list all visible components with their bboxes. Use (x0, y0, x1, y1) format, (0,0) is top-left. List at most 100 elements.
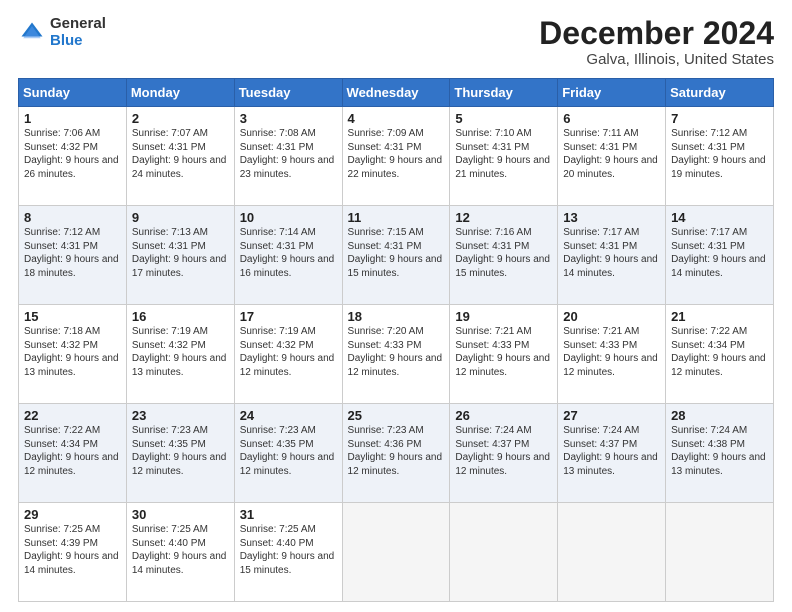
day-info: Sunrise: 7:23 AMSunset: 4:35 PMDaylight:… (240, 425, 335, 477)
day-info: Sunrise: 7:17 AMSunset: 4:31 PMDaylight:… (671, 227, 766, 279)
header: General Blue December 2024 Galva, Illino… (18, 16, 774, 68)
table-row: 24 Sunrise: 7:23 AMSunset: 4:35 PMDayligh… (234, 404, 342, 503)
calendar-week-row: 22 Sunrise: 7:22 AMSunset: 4:34 PMDayligh… (19, 404, 774, 503)
day-info: Sunrise: 7:24 AMSunset: 4:37 PMDaylight:… (455, 425, 550, 477)
table-row: 12 Sunrise: 7:16 AMSunset: 4:31 PMDayligh… (450, 206, 558, 305)
day-number: 15 (24, 309, 121, 324)
day-info: Sunrise: 7:19 AMSunset: 4:32 PMDaylight:… (132, 326, 227, 378)
table-row: 6Sunrise: 7:11 AMSunset: 4:31 PMDaylight… (558, 107, 666, 206)
calendar-week-row: 29 Sunrise: 7:25 AMSunset: 4:39 PMDayligh… (19, 503, 774, 602)
day-number: 3 (240, 111, 337, 126)
col-tuesday: Tuesday (234, 79, 342, 107)
day-number: 11 (348, 210, 445, 225)
day-number: 13 (563, 210, 660, 225)
col-saturday: Saturday (666, 79, 774, 107)
calendar-week-row: 15 Sunrise: 7:18 AMSunset: 4:32 PMDayligh… (19, 305, 774, 404)
table-row: 18 Sunrise: 7:20 AMSunset: 4:33 PMDayligh… (342, 305, 450, 404)
table-row: 23 Sunrise: 7:23 AMSunset: 4:35 PMDayligh… (126, 404, 234, 503)
day-info: Sunrise: 7:25 AMSunset: 4:40 PMDaylight:… (240, 524, 335, 576)
table-row: 2Sunrise: 7:07 AMSunset: 4:31 PMDaylight… (126, 107, 234, 206)
day-number: 8 (24, 210, 121, 225)
day-info: Sunrise: 7:11 AMSunset: 4:31 PMDaylight:… (563, 128, 658, 180)
table-row: 3Sunrise: 7:08 AMSunset: 4:31 PMDaylight… (234, 107, 342, 206)
day-info: Sunrise: 7:14 AMSunset: 4:31 PMDaylight:… (240, 227, 335, 279)
day-info: Sunrise: 7:25 AMSunset: 4:40 PMDaylight:… (132, 524, 227, 576)
logo: General Blue (18, 16, 106, 49)
table-row: 14 Sunrise: 7:17 AMSunset: 4:31 PMDayligh… (666, 206, 774, 305)
day-number: 23 (132, 408, 229, 423)
table-row: 25 Sunrise: 7:23 AMSunset: 4:36 PMDayligh… (342, 404, 450, 503)
calendar-week-row: 8Sunrise: 7:12 AMSunset: 4:31 PMDaylight… (19, 206, 774, 305)
calendar-header-row: Sunday Monday Tuesday Wednesday Thursday… (19, 79, 774, 107)
calendar-week-row: 1Sunrise: 7:06 AMSunset: 4:32 PMDaylight… (19, 107, 774, 206)
day-info: Sunrise: 7:10 AMSunset: 4:31 PMDaylight:… (455, 128, 550, 180)
table-row: 1Sunrise: 7:06 AMSunset: 4:32 PMDaylight… (19, 107, 127, 206)
page: General Blue December 2024 Galva, Illino… (0, 0, 792, 612)
table-row: 8Sunrise: 7:12 AMSunset: 4:31 PMDaylight… (19, 206, 127, 305)
table-row: 28 Sunrise: 7:24 AMSunset: 4:38 PMDayligh… (666, 404, 774, 503)
table-row: 16 Sunrise: 7:19 AMSunset: 4:32 PMDayligh… (126, 305, 234, 404)
day-info: Sunrise: 7:20 AMSunset: 4:33 PMDaylight:… (348, 326, 443, 378)
day-number: 28 (671, 408, 768, 423)
table-row: 29 Sunrise: 7:25 AMSunset: 4:39 PMDayligh… (19, 503, 127, 602)
day-info: Sunrise: 7:25 AMSunset: 4:39 PMDaylight:… (24, 524, 119, 576)
col-thursday: Thursday (450, 79, 558, 107)
logo-general-text: General (50, 16, 106, 33)
day-info: Sunrise: 7:22 AMSunset: 4:34 PMDaylight:… (24, 425, 119, 477)
month-title: December 2024 (539, 16, 774, 51)
day-number: 7 (671, 111, 768, 126)
day-number: 4 (348, 111, 445, 126)
table-row (342, 503, 450, 602)
table-row: 5Sunrise: 7:10 AMSunset: 4:31 PMDaylight… (450, 107, 558, 206)
table-row: 30 Sunrise: 7:25 AMSunset: 4:40 PMDayligh… (126, 503, 234, 602)
col-friday: Friday (558, 79, 666, 107)
day-number: 17 (240, 309, 337, 324)
calendar-table: Sunday Monday Tuesday Wednesday Thursday… (18, 78, 774, 602)
table-row: 4 Sunrise: 7:09 AMSunset: 4:31 PMDaylight… (342, 107, 450, 206)
day-info: Sunrise: 7:23 AMSunset: 4:35 PMDaylight:… (132, 425, 227, 477)
title-block: December 2024 Galva, Illinois, United St… (539, 16, 774, 68)
day-info: Sunrise: 7:12 AMSunset: 4:31 PMDaylight:… (671, 128, 766, 180)
day-number: 12 (455, 210, 552, 225)
col-sunday: Sunday (19, 79, 127, 107)
col-monday: Monday (126, 79, 234, 107)
day-number: 27 (563, 408, 660, 423)
day-info: Sunrise: 7:15 AMSunset: 4:31 PMDaylight:… (348, 227, 443, 279)
day-info: Sunrise: 7:17 AMSunset: 4:31 PMDaylight:… (563, 227, 658, 279)
table-row: 26 Sunrise: 7:24 AMSunset: 4:37 PMDayligh… (450, 404, 558, 503)
day-number: 9 (132, 210, 229, 225)
day-number: 22 (24, 408, 121, 423)
day-number: 25 (348, 408, 445, 423)
day-number: 18 (348, 309, 445, 324)
day-info: Sunrise: 7:09 AMSunset: 4:31 PMDaylight:… (348, 128, 443, 180)
day-number: 14 (671, 210, 768, 225)
day-info: Sunrise: 7:16 AMSunset: 4:31 PMDaylight:… (455, 227, 550, 279)
table-row: 31Sunrise: 7:25 AMSunset: 4:40 PMDayligh… (234, 503, 342, 602)
day-info: Sunrise: 7:13 AMSunset: 4:31 PMDaylight:… (132, 227, 227, 279)
day-number: 29 (24, 507, 121, 522)
day-number: 20 (563, 309, 660, 324)
table-row: 21Sunrise: 7:22 AMSunset: 4:34 PMDayligh… (666, 305, 774, 404)
day-info: Sunrise: 7:23 AMSunset: 4:36 PMDaylight:… (348, 425, 443, 477)
day-number: 26 (455, 408, 552, 423)
day-number: 10 (240, 210, 337, 225)
day-number: 24 (240, 408, 337, 423)
day-info: Sunrise: 7:18 AMSunset: 4:32 PMDaylight:… (24, 326, 119, 378)
table-row (450, 503, 558, 602)
table-row: 15 Sunrise: 7:18 AMSunset: 4:32 PMDayligh… (19, 305, 127, 404)
day-number: 30 (132, 507, 229, 522)
table-row: 7 Sunrise: 7:12 AMSunset: 4:31 PMDaylight… (666, 107, 774, 206)
table-row: 27Sunrise: 7:24 AMSunset: 4:37 PMDayligh… (558, 404, 666, 503)
table-row: 20Sunrise: 7:21 AMSunset: 4:33 PMDayligh… (558, 305, 666, 404)
day-info: Sunrise: 7:24 AMSunset: 4:38 PMDaylight:… (671, 425, 766, 477)
day-number: 21 (671, 309, 768, 324)
col-wednesday: Wednesday (342, 79, 450, 107)
table-row (558, 503, 666, 602)
logo-icon (18, 19, 46, 47)
location-title: Galva, Illinois, United States (539, 51, 774, 68)
day-number: 1 (24, 111, 121, 126)
day-number: 16 (132, 309, 229, 324)
table-row: 19Sunrise: 7:21 AMSunset: 4:33 PMDayligh… (450, 305, 558, 404)
day-number: 19 (455, 309, 552, 324)
day-info: Sunrise: 7:19 AMSunset: 4:32 PMDaylight:… (240, 326, 335, 378)
